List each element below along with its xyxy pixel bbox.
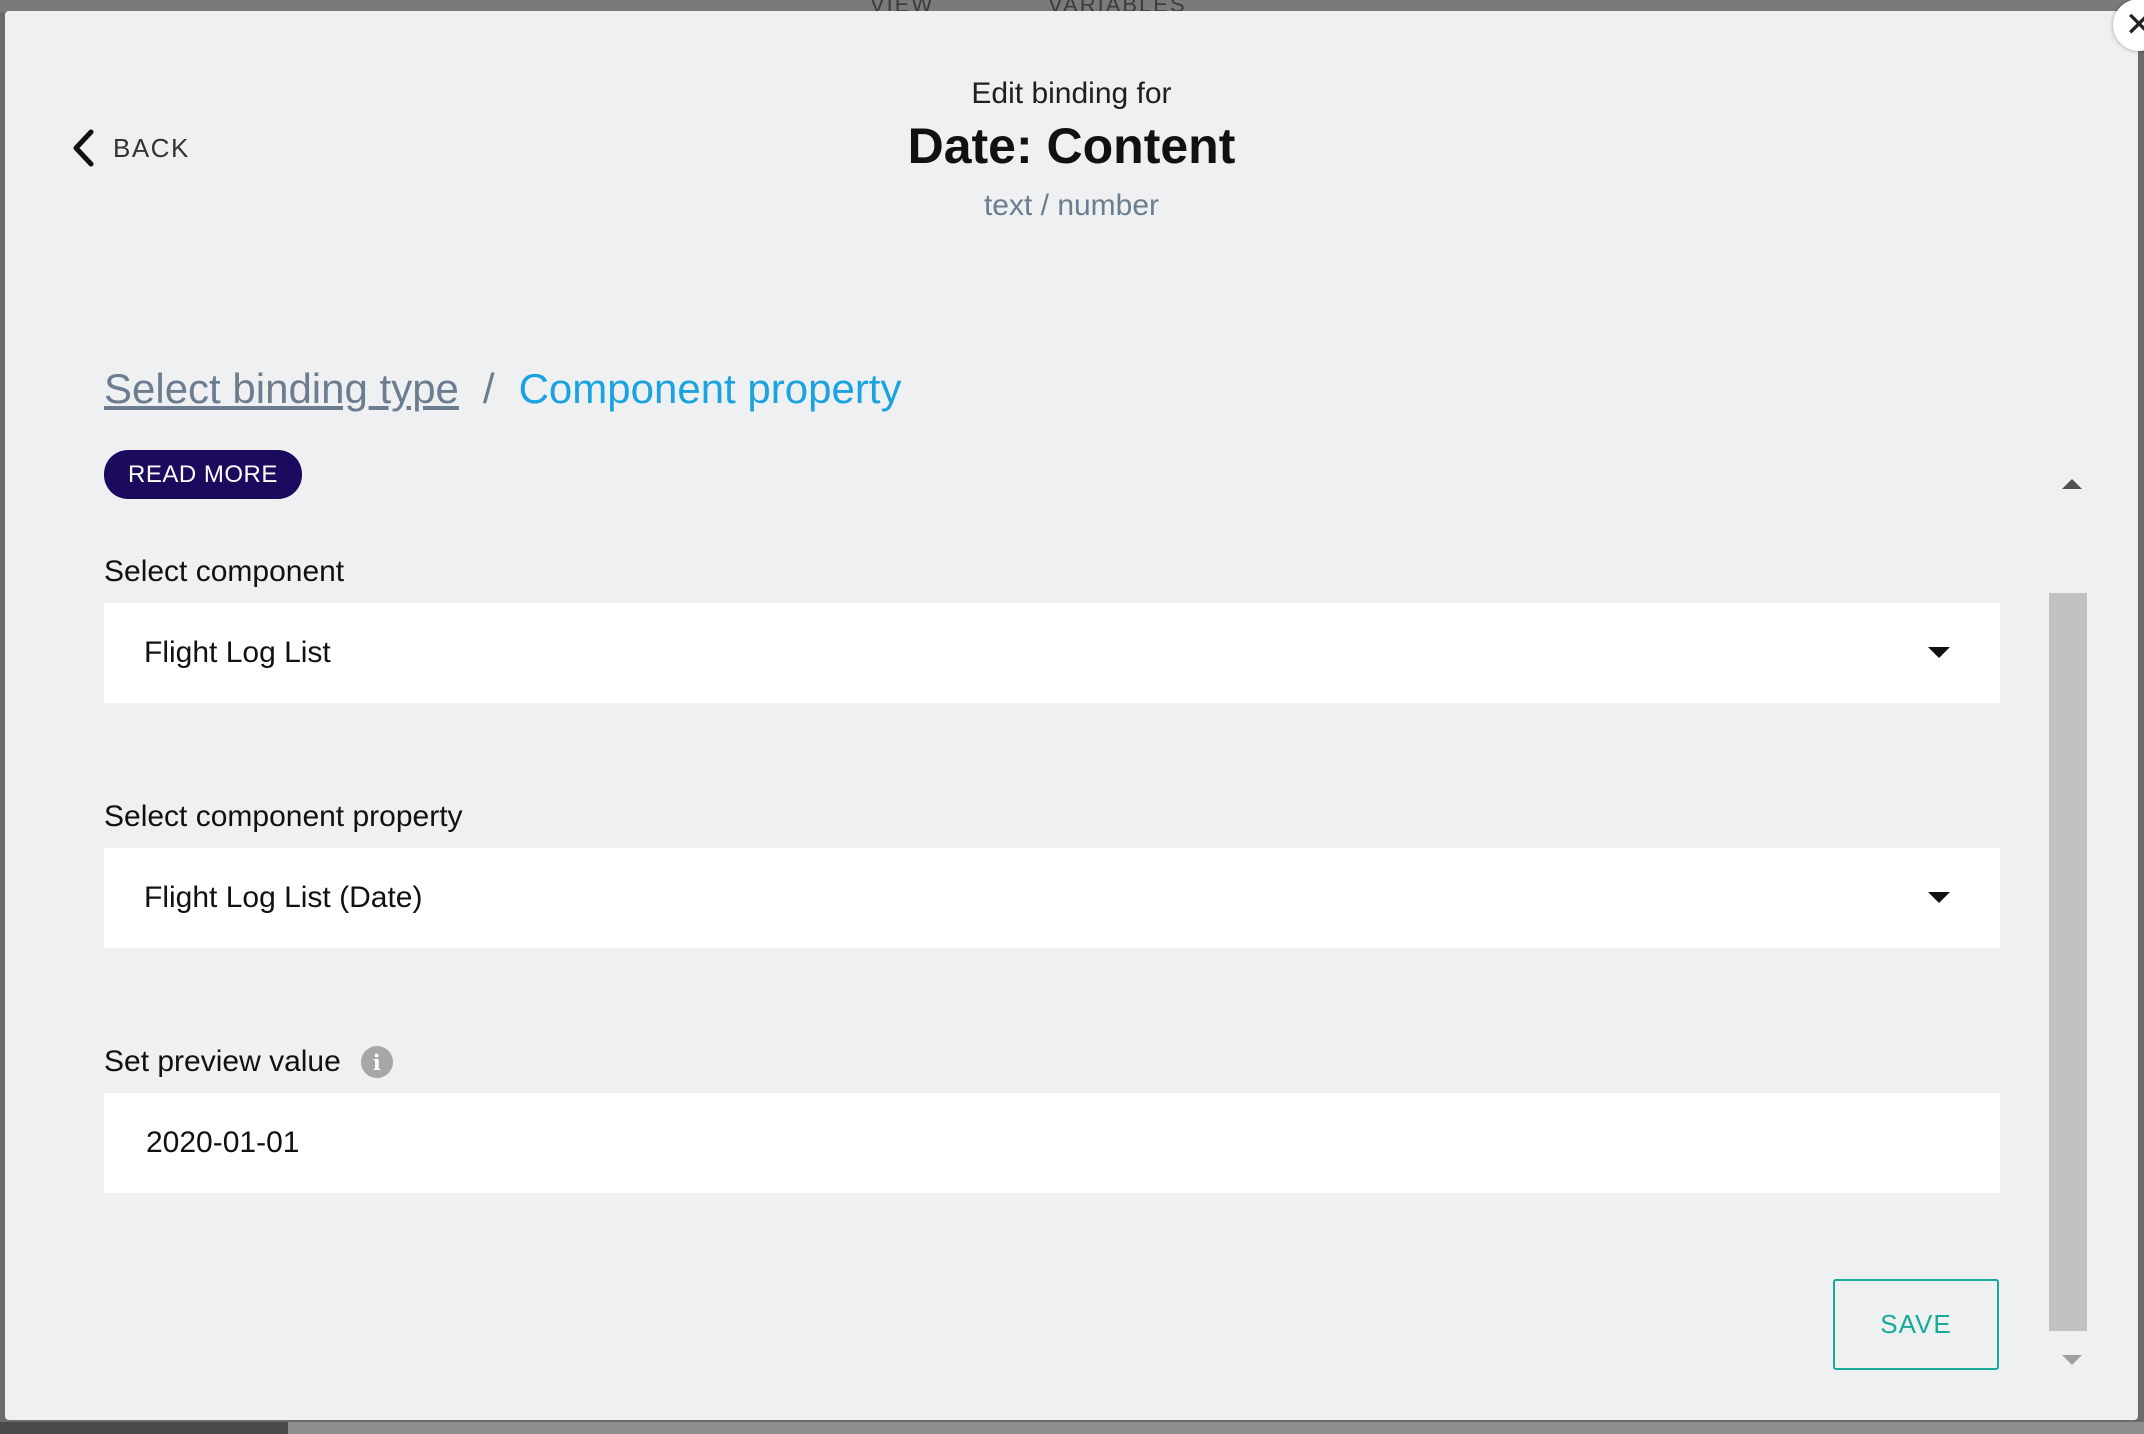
- backdrop-bottom-strip: [0, 1422, 2144, 1434]
- read-more-button[interactable]: READ MORE: [104, 450, 302, 499]
- modal-header: Edit binding for Date: Content text / nu…: [5, 77, 2138, 223]
- save-button[interactable]: SAVE: [1833, 1279, 1999, 1370]
- select-component-value: Flight Log List: [144, 636, 331, 669]
- breadcrumb: Select binding type / Component property: [104, 365, 901, 413]
- scrollbar-thumb[interactable]: [2049, 593, 2087, 1331]
- binding-types: text / number: [983, 189, 1160, 222]
- caret-down-icon: [1928, 647, 1950, 658]
- backdrop-bottom-dark: [0, 1422, 288, 1434]
- breadcrumb-current: Component property: [518, 365, 902, 412]
- select-component-label-text: Select component: [104, 555, 345, 588]
- select-component-property-label: Select component property: [104, 800, 463, 834]
- scroll-down-arrow-icon[interactable]: [2062, 1355, 2082, 1365]
- select-component-property-value: Flight Log List (Date): [144, 881, 423, 914]
- preview-value-input[interactable]: 2020-01-01: [104, 1093, 2000, 1193]
- caret-down-icon: [1928, 892, 1950, 903]
- set-preview-value-label: Set preview value i: [104, 1045, 393, 1079]
- modal-subheading: Edit binding for: [971, 77, 1172, 110]
- scroll-up-arrow-icon[interactable]: [2062, 479, 2082, 489]
- info-icon[interactable]: i: [360, 1046, 393, 1078]
- select-component-property-label-text: Select component property: [104, 800, 463, 833]
- select-component-property-dropdown[interactable]: Flight Log List (Date): [104, 848, 2000, 948]
- close-icon: ✕: [2124, 6, 2144, 44]
- breadcrumb-select-binding-type[interactable]: Select binding type: [104, 365, 459, 413]
- preview-value-text: 2020-01-01: [146, 1126, 300, 1159]
- edit-binding-modal: ✕ BACK Edit binding for Date: Content te…: [5, 0, 2144, 1420]
- select-component-dropdown[interactable]: Flight Log List: [104, 603, 2000, 703]
- breadcrumb-separator: /: [482, 365, 495, 412]
- select-component-label: Select component: [104, 555, 344, 589]
- set-preview-value-label-text: Set preview value: [104, 1045, 341, 1078]
- modal-title: Date: Content: [907, 118, 1236, 174]
